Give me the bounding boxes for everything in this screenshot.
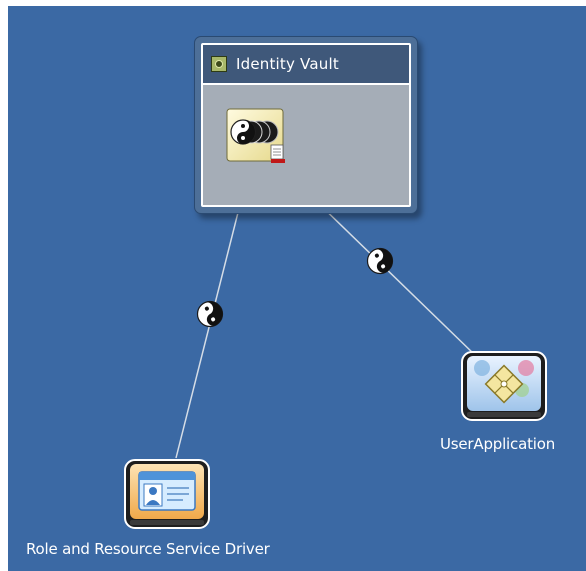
identity-vault-body [203, 85, 409, 205]
identity-vault-header[interactable]: Identity Vault [203, 45, 409, 85]
designer-canvas[interactable]: Identity Vault UserApplication Role and … [8, 6, 586, 571]
role-resource-driver-label: Role and Resource Service Driver [26, 540, 270, 558]
user-application-icon[interactable] [460, 350, 548, 422]
id-badge-icon[interactable] [123, 458, 211, 530]
identity-vault-frame: Identity Vault [201, 43, 411, 207]
yin-yang-server-stack-icon[interactable] [225, 107, 287, 165]
user-application-label: UserApplication [440, 435, 556, 453]
yin-yang-icon[interactable] [366, 247, 394, 275]
yin-yang-icon[interactable] [196, 300, 224, 328]
identity-vault[interactable]: Identity Vault [194, 36, 418, 214]
vault-small-icon [211, 56, 227, 72]
identity-vault-title: Identity Vault [236, 55, 339, 73]
